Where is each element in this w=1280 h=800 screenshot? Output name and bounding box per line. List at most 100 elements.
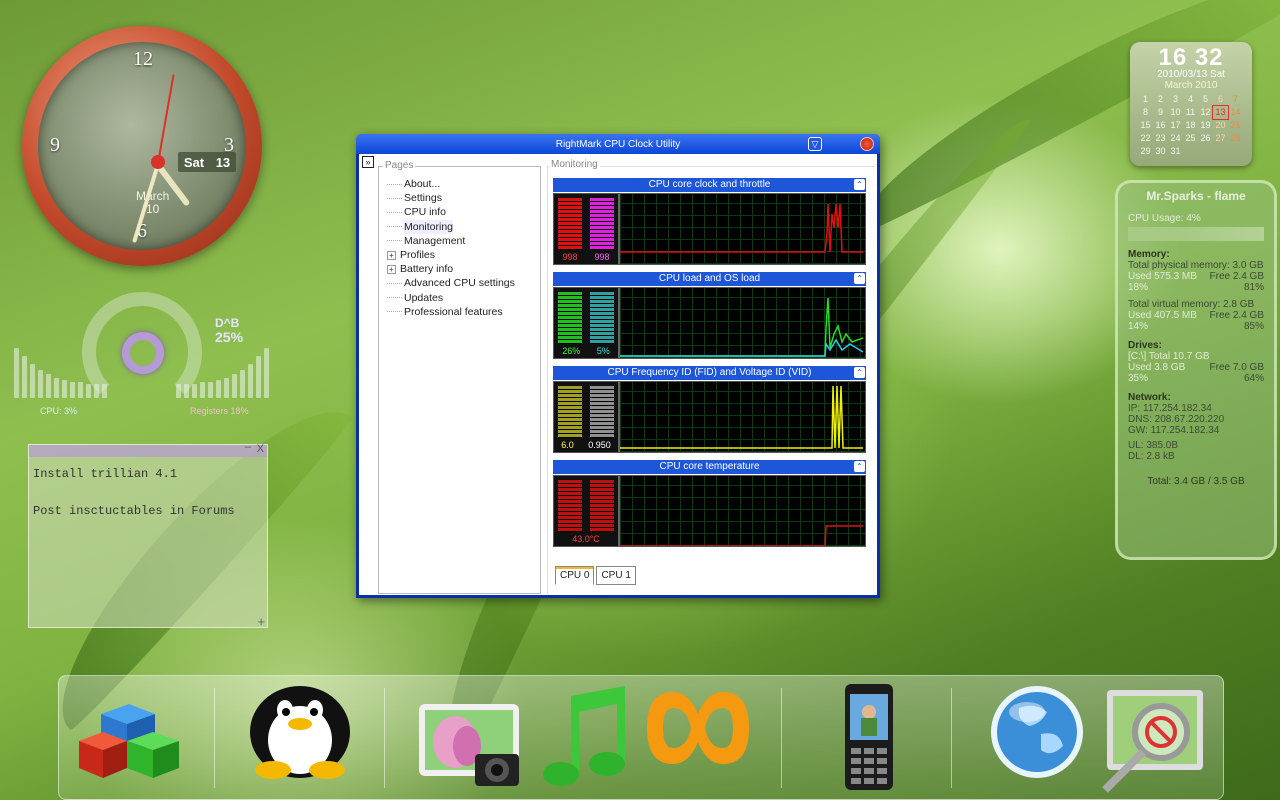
upload-rate: UL: 385.0B (1128, 440, 1179, 451)
tree-item[interactable]: + Profiles (387, 248, 515, 262)
tree-item[interactable]: Advanced CPU settings (387, 276, 515, 290)
drive-free-pct: 64% (1243, 373, 1264, 384)
cpu-tab[interactable]: CPU 0 (555, 566, 595, 585)
tree-item[interactable]: CPU info (387, 205, 515, 219)
penguin-icon[interactable] (245, 682, 355, 785)
notes-text[interactable]: Install trillian 4.1 Post insctuctables … (29, 457, 267, 529)
panel-header[interactable]: CPU load and OS load ⌃ (553, 272, 866, 286)
window-title-bar[interactable]: RightMark CPU Clock Utility ▽ (356, 134, 880, 154)
calendar-day (1213, 145, 1228, 158)
panel-header[interactable]: CPU core clock and throttle ⌃ (553, 178, 866, 192)
tree-item-label: Monitoring (404, 219, 454, 234)
calendar-day[interactable]: 19 (1198, 119, 1213, 132)
orange-loop-icon[interactable] (643, 684, 753, 775)
dock-separator (214, 688, 215, 788)
pages-tree[interactable]: About... Settings CPU info Monitoring Manage… (387, 177, 515, 319)
panel-gauges: 26% 5% (554, 288, 620, 358)
clock-date-box: Sat 13 (178, 152, 236, 172)
close-icon[interactable]: X (257, 443, 264, 455)
system-meter-gadget[interactable]: D^B 25% CPU: 3% Registers 18% (10, 288, 275, 418)
calendar-day[interactable]: 16 (1153, 119, 1168, 132)
calendar-gadget[interactable]: 16 32 2010/03/13 Sat March 2010 12345678… (1130, 42, 1252, 166)
minimize-icon[interactable]: – (245, 441, 251, 453)
tree-item[interactable]: Settings (387, 191, 515, 205)
sticky-notes-gadget[interactable]: – X Install trillian 4.1 Post insctuctab… (28, 441, 268, 629)
calendar-day[interactable]: 30 (1153, 145, 1168, 158)
cubes-icon[interactable] (79, 686, 184, 784)
collapse-pane-button[interactable]: » (362, 156, 374, 168)
cpu-tabs[interactable]: CPU 0 CPU 1 (555, 566, 636, 585)
tray-button[interactable]: ▽ (808, 137, 822, 151)
calendar-day[interactable]: 28 (1228, 132, 1243, 145)
calendar-day[interactable]: 22 (1138, 132, 1153, 145)
calendar-day[interactable]: 21 (1228, 119, 1243, 132)
tree-connector (387, 283, 402, 285)
calendar-day[interactable]: 17 (1168, 119, 1183, 132)
dock-separator (951, 688, 952, 788)
tree-item[interactable]: Updates (387, 291, 515, 305)
physical-free: Free 2.4 GB (1209, 271, 1264, 282)
analog-clock-gadget[interactable]: 12 3 6 9 Sat 13 March 10 (22, 26, 262, 266)
add-note-icon[interactable]: + (257, 614, 265, 629)
collapse-panel-icon[interactable]: ⌃ (854, 179, 865, 190)
music-note-icon[interactable] (537, 684, 633, 792)
notes-title-bar[interactable]: – X (29, 441, 267, 457)
calendar-day[interactable]: 13 (1212, 105, 1229, 120)
rightmark-window[interactable]: RightMark CPU Clock Utility ▽ » Pages Ab… (356, 134, 880, 598)
calendar-grid: 1 2 3 4 5 6 7 8 9 10 11 12 13 14 15 16 17 18 19 20 21 22 23 24 2… (1138, 93, 1244, 158)
system-stats-gadget[interactable]: Mr.Sparks - flame CPU Usage: 4% Memory: … (1115, 180, 1277, 560)
calendar-day[interactable]: 18 (1183, 119, 1198, 132)
panel-header[interactable]: CPU Frequency ID (FID) and Voltage ID (V… (553, 366, 866, 380)
expand-icon[interactable]: + (387, 264, 396, 274)
tree-item[interactable]: Monitoring (387, 219, 515, 234)
calendar-day[interactable]: 10 (1168, 106, 1183, 119)
dns-address: DNS: 208.67.220.220 (1128, 414, 1225, 425)
calendar-day[interactable]: 29 (1138, 145, 1153, 158)
collapse-panel-icon[interactable]: ⌃ (854, 273, 865, 284)
tree-connector (387, 311, 402, 313)
photo-camera-icon[interactable] (417, 700, 525, 793)
calendar-day[interactable]: 27 (1213, 132, 1228, 145)
calendar-day[interactable]: 9 (1153, 106, 1168, 119)
calendar-day[interactable]: 23 (1153, 132, 1168, 145)
panel-header[interactable]: CPU core temperature ⌃ (553, 460, 866, 474)
calendar-day[interactable]: 31 (1168, 145, 1183, 158)
calendar-day[interactable]: 14 (1228, 106, 1243, 119)
magnifier-monitor-icon[interactable] (1099, 686, 1209, 799)
calendar-day[interactable]: 2 (1153, 93, 1168, 106)
tree-item[interactable]: About... (387, 177, 515, 191)
calendar-day[interactable]: 15 (1138, 119, 1153, 132)
cpu-tab[interactable]: CPU 1 (596, 566, 636, 585)
tree-item[interactable]: Professional features (387, 305, 515, 319)
collapse-panel-icon[interactable]: ⌃ (854, 367, 865, 378)
meter-title: D^B (215, 316, 240, 330)
close-button[interactable] (860, 137, 874, 151)
panel-plot (620, 194, 865, 264)
calendar-day[interactable]: 25 (1183, 132, 1198, 145)
globe-icon[interactable] (989, 684, 1085, 783)
calendar-day[interactable]: 4 (1183, 93, 1198, 106)
calendar-day[interactable]: 11 (1183, 106, 1198, 119)
calendar-day[interactable]: 1 (1138, 93, 1153, 106)
calendar-day[interactable]: 26 (1198, 132, 1213, 145)
calendar-day[interactable]: 5 (1198, 93, 1213, 106)
calendar-day[interactable]: 8 (1138, 106, 1153, 119)
tree-item[interactable]: Management (387, 234, 515, 248)
expand-icon[interactable]: + (387, 250, 396, 260)
gauge-value: 26% (562, 346, 581, 356)
calendar-day[interactable]: 12 (1198, 106, 1213, 119)
tree-connector (387, 226, 402, 228)
tree-item[interactable]: + Battery info (387, 262, 515, 276)
calendar-day[interactable]: 20 (1213, 119, 1228, 132)
gauge-value: 998 (594, 252, 610, 262)
monitor-panel: CPU core temperature ⌃ 43.0°C (553, 460, 866, 547)
gauge-value: 43.0°C (572, 534, 600, 544)
second-hand (157, 74, 175, 164)
collapse-panel-icon[interactable]: ⌃ (854, 461, 865, 472)
panel-plot (620, 382, 865, 452)
calendar-day[interactable]: 7 (1228, 93, 1243, 106)
mobile-phone-icon[interactable] (843, 682, 895, 795)
calendar-day[interactable]: 6 (1213, 93, 1228, 106)
calendar-day[interactable]: 24 (1168, 132, 1183, 145)
calendar-day[interactable]: 3 (1168, 93, 1183, 106)
